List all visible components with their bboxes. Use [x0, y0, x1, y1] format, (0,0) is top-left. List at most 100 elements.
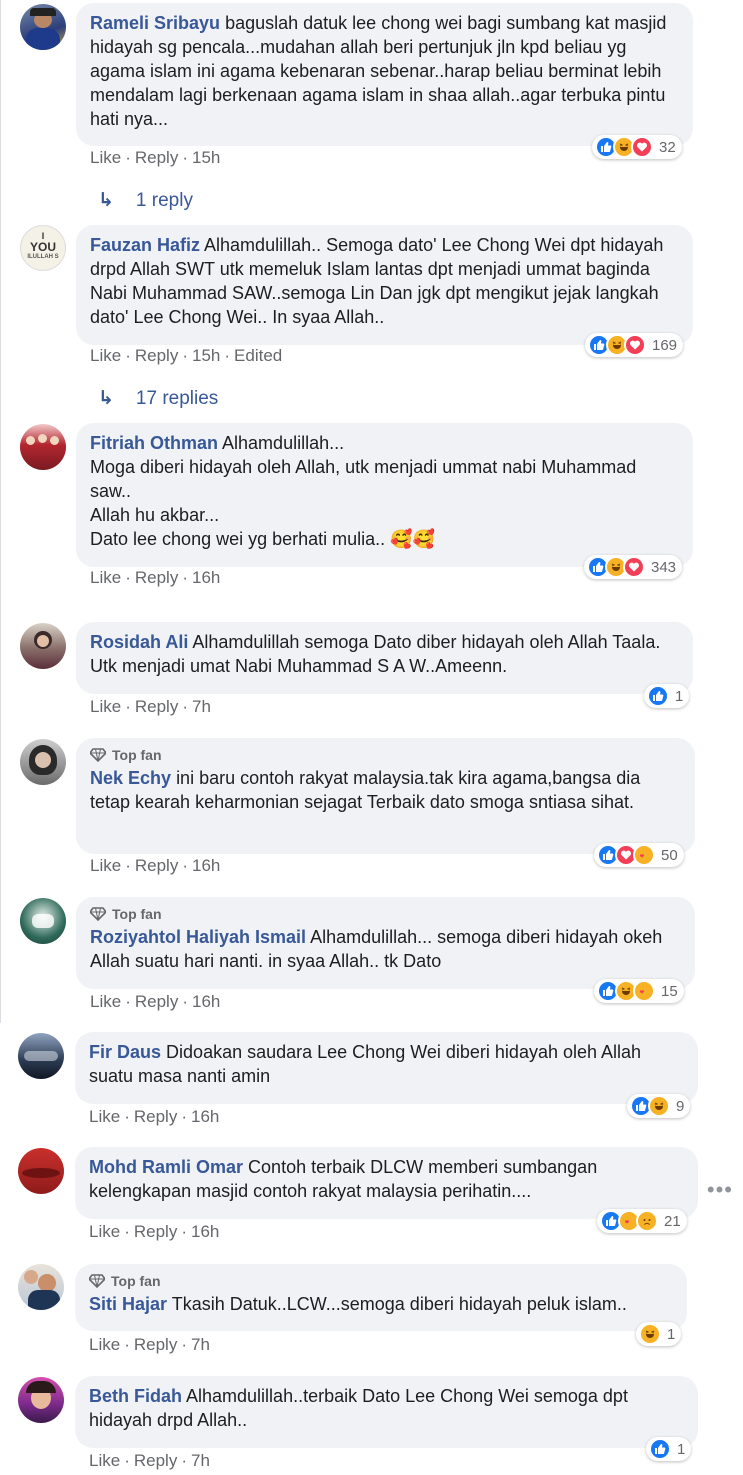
left-border: [0, 0, 1, 1023]
like-link[interactable]: Like: [89, 1335, 120, 1354]
timestamp[interactable]: 7h: [192, 697, 211, 716]
timestamp[interactable]: 16h: [192, 856, 220, 875]
reply-link[interactable]: Reply: [135, 568, 178, 587]
avatar[interactable]: [20, 4, 66, 50]
avatar[interactable]: I YOU ILULLAH S: [20, 225, 66, 271]
like-link[interactable]: Like: [90, 568, 121, 587]
sad-reaction-icon: [636, 1210, 658, 1232]
like-link[interactable]: Like: [89, 1451, 120, 1470]
timestamp[interactable]: 7h: [191, 1335, 210, 1354]
comment-text: Alhamdulillah...: [222, 433, 345, 453]
like-link[interactable]: Like: [90, 856, 121, 875]
timestamp[interactable]: 16h: [191, 1107, 219, 1126]
like-reaction-icon: [647, 685, 669, 707]
love-reaction-icon: [624, 334, 646, 356]
reactions-summary[interactable]: 9: [627, 1094, 691, 1118]
comment-text: ini baru contoh rakyat malaysia.tak kira…: [90, 768, 641, 812]
view-replies-link[interactable]: ↳ 17 replies: [98, 387, 218, 410]
reply-link[interactable]: Reply: [134, 1335, 177, 1354]
reactions-summary[interactable]: 15: [594, 979, 684, 1003]
comment-actions: Like · Reply · 16h: [90, 992, 221, 1011]
comment-actions: Like · Reply · 16h: [90, 568, 221, 587]
avatar[interactable]: [18, 1033, 64, 1079]
comment-bubble: Top fan Siti Hajar Tkasih Datuk..LCW...s…: [75, 1264, 687, 1331]
commenter-name[interactable]: Roziyahtol Haliyah Ismail: [90, 927, 306, 947]
reactions-summary[interactable]: 21: [597, 1209, 687, 1233]
care-reaction-icon: [633, 980, 655, 1002]
commenter-name[interactable]: Rosidah Ali: [90, 632, 188, 652]
reply-link[interactable]: Reply: [135, 697, 178, 716]
reactions-summary[interactable]: 50: [594, 843, 684, 867]
comment-actions: Like · Reply · 15h: [90, 148, 221, 167]
commenter-name[interactable]: Beth Fidah: [89, 1386, 182, 1406]
reply-link[interactable]: Reply: [135, 856, 178, 875]
commenter-name[interactable]: Mohd Ramli Omar: [89, 1157, 243, 1177]
avatar[interactable]: [20, 424, 66, 470]
commenter-name[interactable]: Siti Hajar: [89, 1294, 167, 1314]
like-link[interactable]: Like: [90, 148, 121, 167]
reactions-summary[interactable]: 1: [646, 1437, 692, 1461]
comment-text: Didoakan saudara Lee Chong Wei diberi hi…: [89, 1042, 642, 1086]
reply-link[interactable]: Reply: [134, 1222, 177, 1241]
reply-arrow-icon: ↳: [98, 388, 114, 409]
timestamp[interactable]: 7h: [191, 1451, 210, 1470]
comment-bubble: Fauzan Hafiz Alhamdulillah.. Semoga dato…: [76, 225, 693, 345]
reply-link[interactable]: Reply: [135, 148, 178, 167]
comment-bubble: Top fan Nek Echy ini baru contoh rakyat …: [76, 738, 695, 854]
timestamp[interactable]: 16h: [191, 1222, 219, 1241]
comment-actions: Like · Reply · 7h: [89, 1335, 210, 1354]
diamond-icon: [90, 907, 106, 921]
reactions-summary[interactable]: 1: [644, 684, 690, 708]
commenter-name[interactable]: Rameli Sribayu: [90, 13, 220, 33]
commenter-name[interactable]: Fir Daus: [89, 1042, 161, 1062]
avatar[interactable]: [20, 898, 66, 944]
reaction-count: 343: [651, 558, 677, 576]
timestamp[interactable]: 16h: [192, 568, 220, 587]
avatar[interactable]: [20, 739, 66, 785]
comment-text-line: Moga diberi hidayah oleh Allah, utk menj…: [90, 457, 637, 501]
like-link[interactable]: Like: [90, 697, 121, 716]
diamond-icon: [90, 748, 106, 762]
avatar[interactable]: [18, 1377, 64, 1423]
top-fan-badge: Top fan: [90, 746, 681, 764]
commenter-name[interactable]: Fitriah Othman: [90, 433, 218, 453]
like-link[interactable]: Like: [90, 992, 121, 1011]
reply-link[interactable]: Reply: [134, 1451, 177, 1470]
view-replies-link[interactable]: ↳ 1 reply: [98, 189, 193, 212]
like-link[interactable]: Like: [89, 1107, 120, 1126]
reaction-count: 169: [652, 336, 678, 354]
comment-actions: Like · Reply · 15h · Edited: [90, 346, 283, 365]
reaction-count: 21: [664, 1212, 681, 1230]
like-link[interactable]: Like: [90, 346, 121, 365]
timestamp[interactable]: 16h: [192, 992, 220, 1011]
like-link[interactable]: Like: [89, 1222, 120, 1241]
commenter-name[interactable]: Nek Echy: [90, 768, 171, 788]
love-reaction-icon: [623, 556, 645, 578]
care-reaction-icon: [633, 844, 655, 866]
commenter-name[interactable]: Fauzan Hafiz: [90, 235, 200, 255]
timestamp[interactable]: 15h: [192, 346, 220, 365]
reply-link[interactable]: Reply: [135, 346, 178, 365]
reactions-summary[interactable]: 32: [592, 135, 682, 159]
reactions-summary[interactable]: 343: [584, 555, 683, 579]
like-reaction-icon: [649, 1438, 671, 1460]
avatar[interactable]: [18, 1148, 64, 1194]
reply-link[interactable]: Reply: [135, 992, 178, 1011]
reactions-summary[interactable]: 1: [636, 1322, 682, 1346]
love-reaction-icon: [631, 136, 653, 158]
comment-text: Tkasih Datuk..LCW...semoga diberi hidaya…: [171, 1294, 627, 1314]
avatar[interactable]: [18, 1264, 64, 1310]
reaction-count: 50: [661, 846, 678, 864]
more-options-icon[interactable]: •••: [707, 1177, 733, 1203]
comment-actions: Like · Reply · 7h: [89, 1451, 210, 1470]
haha-reaction-icon: [648, 1095, 670, 1117]
reaction-count: 1: [677, 1440, 686, 1458]
comment-bubble: Beth Fidah Alhamdulillah..terbaik Dato L…: [75, 1376, 698, 1448]
timestamp[interactable]: 15h: [192, 148, 220, 167]
comment-actions: Like · Reply · 16h: [89, 1107, 220, 1126]
reply-link[interactable]: Reply: [134, 1107, 177, 1126]
reactions-summary[interactable]: 169: [585, 333, 684, 357]
comment-bubble: Rameli Sribayu baguslah datuk lee chong …: [76, 3, 693, 146]
comment-actions: Like · Reply · 16h: [90, 856, 221, 875]
avatar[interactable]: [20, 623, 66, 669]
